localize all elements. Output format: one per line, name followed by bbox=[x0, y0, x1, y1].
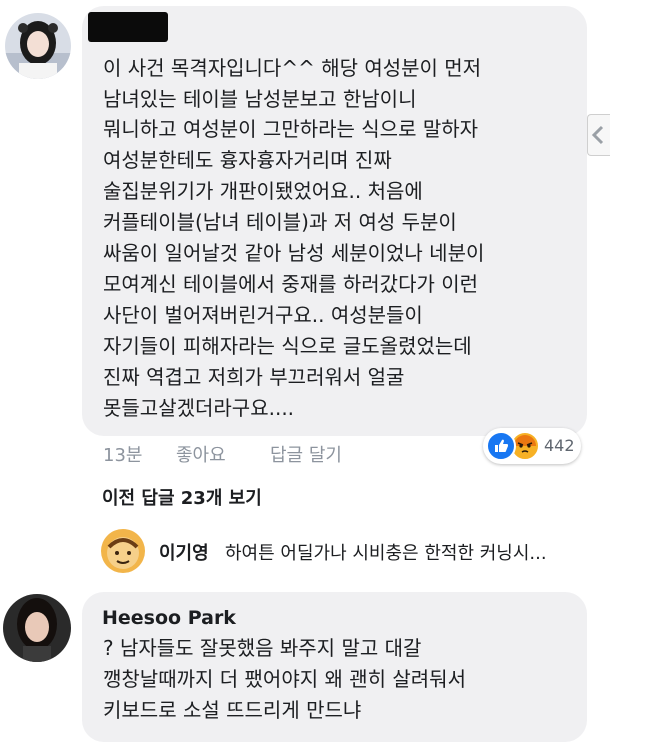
comment-line: 깽창날때까지 더 팼어야지 왜 괜히 살려둬서 bbox=[103, 667, 466, 691]
like-link[interactable]: 좋아요 bbox=[176, 441, 226, 467]
reply-author-name[interactable]: 이기영 bbox=[159, 539, 209, 565]
comment-line: 커플테이블(남녀 테이블)과 저 여성 두분이 bbox=[103, 210, 457, 234]
comment-line: 자기들이 피해자라는 식으로 글도올렸었는데 bbox=[103, 334, 472, 358]
comment-line: 못들고살겠더라구요.... bbox=[103, 396, 295, 420]
comment-line: 뭐니하고 여성분이 그만하라는 식으로 말하자 bbox=[103, 117, 479, 141]
comment-line: 싸움이 일어날것 같아 남성 세분이었나 네분이 bbox=[103, 241, 485, 265]
comment-line: 술집분위기가 개판이됐었어요.. 처음에 bbox=[103, 179, 423, 203]
reaction-count: 442 bbox=[544, 436, 575, 455]
profile-photo-icon bbox=[5, 13, 71, 79]
redacted-author-name bbox=[88, 12, 168, 42]
side-arrow-button[interactable] bbox=[587, 114, 610, 156]
comment-line: ? 남자들도 잘못했음 봐주지 말고 대갈 bbox=[103, 636, 422, 660]
comment-line: 사단이 벌어져버린거구요.. 여성분들이 bbox=[103, 303, 423, 327]
comment-line: 키보드로 소설 뜨드리게 만드냐 bbox=[103, 698, 362, 722]
comment-line: 남녀있는 테이블 남성분보고 한남이니 bbox=[103, 87, 417, 111]
comment-line: 진짜 역겹고 저희가 부끄러워서 얼굴 bbox=[103, 365, 405, 389]
avatar[interactable] bbox=[3, 594, 71, 662]
chevron-left-icon bbox=[591, 125, 604, 145]
reaction-summary[interactable]: 442 bbox=[483, 428, 581, 464]
comment-author-name[interactable]: Heesoo Park bbox=[102, 607, 236, 629]
reply-link[interactable]: 답글 달기 bbox=[270, 441, 342, 467]
reply-preview[interactable]: 이기영 하여튼 어딜가나 시비충은 한적한 커닝시... bbox=[101, 528, 581, 574]
avatar[interactable] bbox=[5, 13, 71, 79]
profile-photo-icon bbox=[3, 594, 71, 662]
reply-text: 하여튼 어딜가나 시비충은 한적한 커닝시... bbox=[225, 543, 547, 564]
view-previous-replies[interactable]: 이전 답글 23개 보기 bbox=[102, 484, 262, 510]
profile-photo-icon bbox=[101, 529, 145, 573]
like-icon bbox=[486, 431, 516, 461]
comment-line: 이 사건 목격자입니다^^ 해당 여성분이 먼저 bbox=[103, 56, 482, 80]
comment-time: 13분 bbox=[103, 445, 143, 466]
comment-line: 여성분한테도 흉자흉자거리며 진짜 bbox=[103, 148, 392, 172]
comment-line: 모여계신 테이블에서 중재를 하러갔다가 이런 bbox=[103, 272, 479, 296]
avatar bbox=[101, 529, 145, 573]
